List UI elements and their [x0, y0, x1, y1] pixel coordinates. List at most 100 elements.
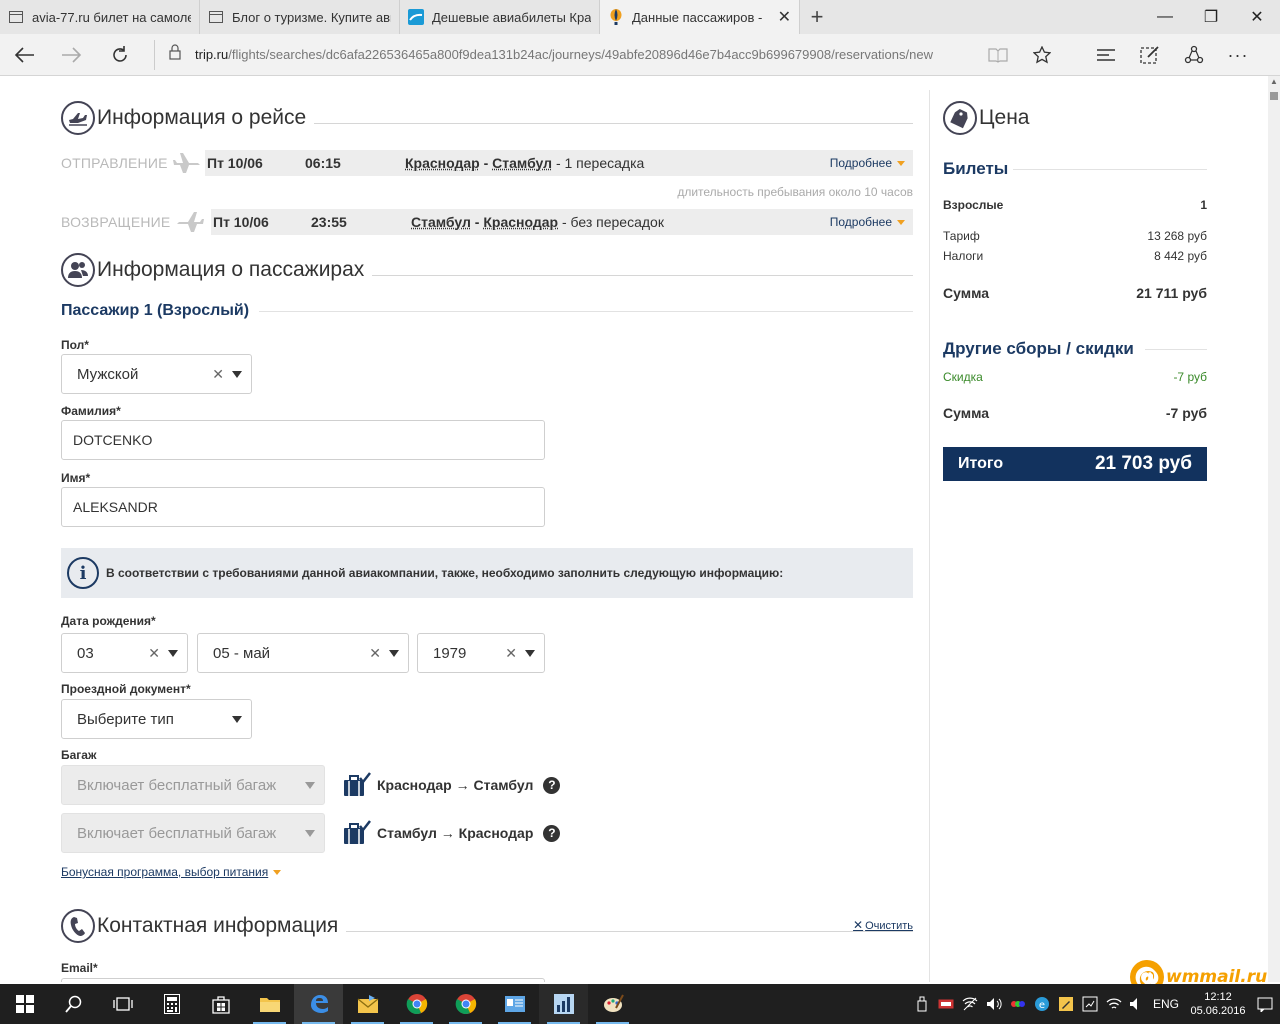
task-view-icon[interactable] [98, 984, 147, 1024]
store-icon[interactable] [196, 984, 245, 1024]
more-icon[interactable]: ··· [1216, 45, 1260, 66]
back-icon[interactable] [0, 34, 48, 76]
outbound-date: Пт 10/06 [207, 155, 263, 171]
wifi-icon[interactable] [1102, 997, 1126, 1011]
notifications-icon[interactable] [1250, 996, 1280, 1012]
clear-icon[interactable]: ✕ [505, 645, 517, 662]
return-details-link[interactable]: Подробнее [830, 215, 905, 229]
pencil-tray-icon[interactable] [1054, 996, 1078, 1012]
return-flight-row: ВОЗВРАЩЕНИЕ Пт 10/06 23:55 Стамбул - Кра… [61, 209, 913, 235]
speaker-icon[interactable] [1126, 997, 1146, 1011]
skype-e-icon[interactable]: e [1030, 996, 1054, 1012]
note-tray-icon[interactable] [1078, 996, 1102, 1012]
birth-year-select[interactable]: 1979 ✕ [417, 633, 545, 673]
refresh-icon[interactable] [96, 34, 144, 76]
browser-tab-bar: avia-77.ru билет на самоле Блог о туризм… [0, 0, 1280, 34]
reading-view-icon[interactable] [976, 47, 1020, 63]
outbound-time: 06:15 [305, 155, 341, 171]
clear-contact-link[interactable]: ✕ Очистить [853, 918, 913, 932]
usb-device-icon[interactable] [910, 996, 934, 1012]
keyboard-icon[interactable] [934, 999, 958, 1009]
total-price-bar: Итого 21 703 руб [943, 447, 1207, 481]
baggage-select-2[interactable]: Включает бесплатный багаж [61, 813, 325, 853]
clear-icon[interactable]: ✕ [212, 366, 224, 383]
fare-row: Тариф 13 268 руб [943, 229, 1207, 243]
browser-tab-1[interactable]: avia-77.ru билет на самоле [0, 0, 200, 34]
email-input[interactable] [61, 978, 545, 982]
birth-month-select[interactable]: 05 - май ✕ [197, 633, 409, 673]
browser-tools: ··· [976, 34, 1260, 76]
page-icon [208, 9, 224, 25]
close-tab-icon[interactable]: ✕ [778, 7, 791, 27]
document-type-select[interactable]: Выберите тип [61, 699, 252, 739]
chart-app-icon[interactable] [539, 984, 588, 1024]
start-windows-icon[interactable] [0, 984, 49, 1024]
window-close-icon[interactable]: ✕ [1234, 0, 1280, 34]
return-date: Пт 10/06 [213, 214, 269, 230]
baggage-select-1[interactable]: Включает бесплатный багаж [61, 765, 325, 805]
info-icon: i [67, 557, 99, 589]
tickets-heading: Билеты [943, 159, 1009, 178]
browser-tab-3[interactable]: Дешевые авиабилеты Крас [400, 0, 600, 34]
dropdown-arrow-icon [525, 649, 535, 657]
bonus-program-link[interactable]: Бонусная программа, выбор питания [61, 865, 282, 879]
page-content: Информация о рейсе ОТПРАВЛЕНИЕ Пт 10/06 … [0, 76, 1268, 982]
other-fees-heading: Другие сборы / скидки [943, 339, 1134, 358]
edge-browser-icon[interactable] [294, 984, 343, 1024]
new-tab-button[interactable]: + [800, 0, 834, 34]
chrome-icon[interactable] [392, 984, 441, 1024]
hub-icon[interactable] [1084, 48, 1128, 62]
contact-header: Контактная информация [61, 906, 913, 946]
network-icon[interactable] [958, 997, 982, 1011]
url-field[interactable]: trip.ru/flights/searches/dc6afa226536465… [154, 39, 984, 70]
scroll-thumb[interactable] [1270, 92, 1278, 100]
mail-app-icon[interactable] [343, 984, 392, 1024]
help-icon[interactable]: ? [543, 824, 561, 842]
clear-icon[interactable]: ✕ [369, 645, 381, 662]
web-note-icon[interactable] [1128, 45, 1172, 65]
address-toolbar: trip.ru/flights/searches/dc6afa226536465… [0, 34, 1280, 76]
help-icon[interactable]: ? [543, 776, 561, 794]
outlook-card-icon[interactable] [490, 984, 539, 1024]
dropdown-arrow-icon [305, 781, 315, 789]
dropdown-arrow-icon [168, 649, 178, 657]
surname-input[interactable]: DOTCENKO [61, 420, 545, 460]
clear-icon[interactable]: ✕ [148, 645, 160, 662]
gender-select[interactable]: Мужской ✕ [61, 354, 252, 394]
input-language[interactable]: ENG [1146, 997, 1186, 1011]
flight-info-header: Информация о рейсе [61, 98, 913, 138]
scroll-up-icon[interactable]: ▲ [1268, 76, 1280, 88]
page-scrollbar[interactable]: ▲ [1268, 76, 1280, 982]
restore-icon[interactable]: ❐ [1188, 0, 1234, 34]
search-icon[interactable] [49, 984, 98, 1024]
plane-icon [61, 101, 95, 135]
passenger-1-heading: Пассажир 1 (Взрослый) [61, 302, 913, 320]
share-icon[interactable] [1172, 45, 1216, 65]
volume-icon[interactable] [982, 997, 1006, 1011]
color-app-icon[interactable] [1006, 998, 1030, 1010]
favorite-star-icon[interactable] [1020, 46, 1064, 64]
taxes-row: Налоги 8 442 руб [943, 249, 1207, 263]
system-clock[interactable]: 12:12 05.06.2016 [1186, 990, 1250, 1018]
birth-date-label: Дата рождения* [61, 614, 156, 628]
name-input[interactable]: ALEKSANDR [61, 487, 545, 527]
outbound-route: Краснодар - Стамбул - 1 пересадка [405, 155, 645, 171]
minimize-icon[interactable]: — [1142, 0, 1188, 34]
file-explorer-icon[interactable] [245, 984, 294, 1024]
baggage-route-2: Стамбул → Краснодар ? [343, 820, 561, 846]
birth-day-select[interactable]: 03 ✕ [61, 633, 188, 673]
browser-tab-4[interactable]: Данные пассажиров - ✕ [600, 0, 800, 34]
browser-tab-2[interactable]: Блог о туризме. Купите ави [200, 0, 400, 34]
gender-label: Пол* [61, 338, 89, 352]
chevron-down-icon [897, 160, 905, 166]
forward-icon[interactable] [48, 34, 96, 76]
paint-icon[interactable] [588, 984, 637, 1024]
suitcase-check-icon [343, 820, 371, 846]
outbound-details-link[interactable]: Подробнее [830, 156, 905, 170]
outbound-flight-row: ОТПРАВЛЕНИЕ Пт 10/06 06:15 Краснодар - С… [61, 150, 913, 176]
people-icon [61, 253, 95, 287]
calculator-icon[interactable] [147, 984, 196, 1024]
passengers-title: Информация о пассажирах [97, 258, 365, 281]
chrome-icon-2[interactable] [441, 984, 490, 1024]
wave-icon [408, 9, 424, 25]
